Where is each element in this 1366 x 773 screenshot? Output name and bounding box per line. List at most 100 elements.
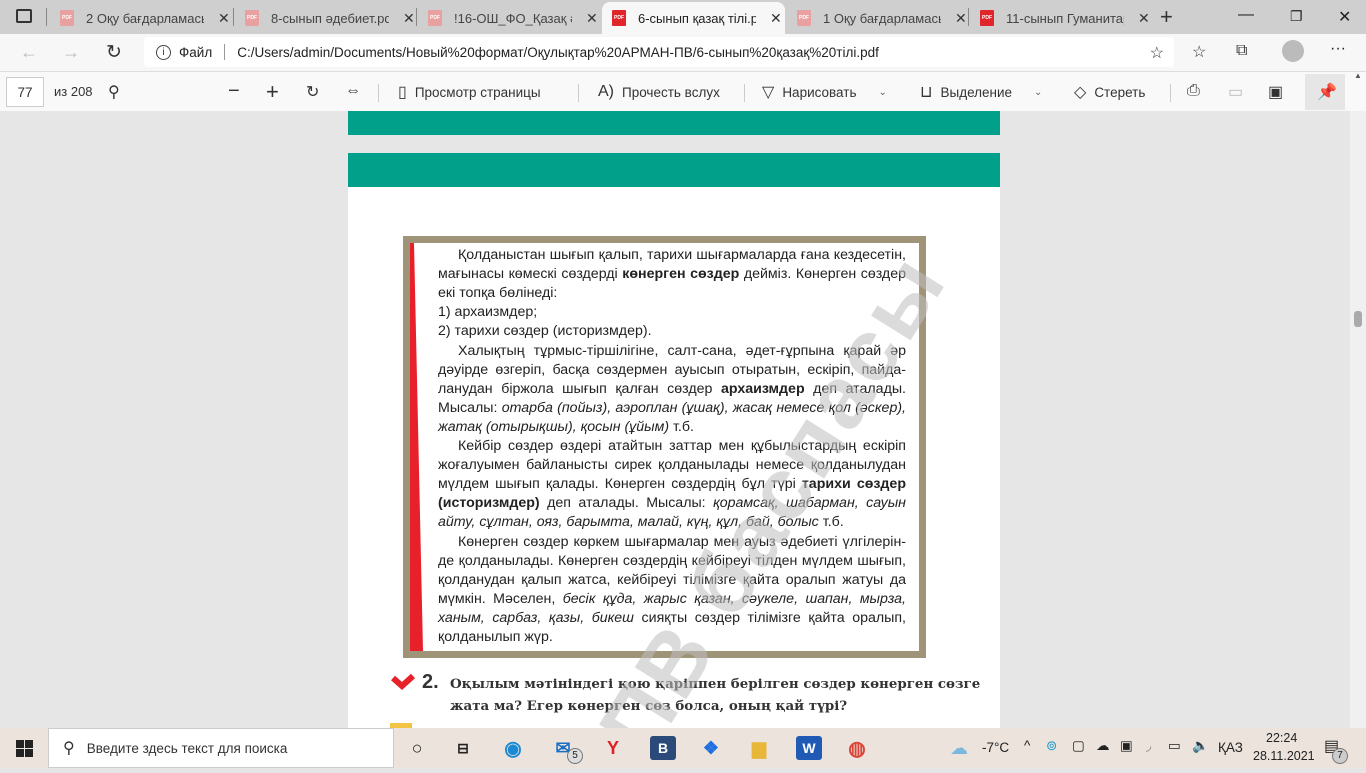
onedrive-icon[interactable]: ☁ [1096,738,1110,754]
tab-label: 1 Оқу бағдарламасы_ [823,10,941,26]
taskbar-search[interactable]: ⚲ Введите здесь текст для поиска [48,728,394,768]
clock-date[interactable]: 28.11.2021 [1253,749,1315,763]
cortana-icon[interactable]: ○ [404,736,430,760]
refresh-button[interactable]: ↻ [106,41,122,64]
favorites-icon[interactable]: ☆ [1192,42,1206,62]
zoom-out-button[interactable]: − [228,80,240,103]
search-icon: ⚲ [63,740,75,757]
text-segment: екі топқа бөлінеді: [438,285,558,302]
taskbar: ⚲ Введите здесь текст для поиска ○ ⊟ ◉ ✉… [0,728,1366,768]
scrollbar-thumb[interactable] [1354,311,1362,327]
dropbox-icon[interactable]: ❖ [698,736,724,760]
zoom-in-button[interactable]: + [266,79,279,105]
close-tab-icon[interactable]: ✕ [403,10,415,27]
fit-width-icon[interactable]: ⇔ [345,82,361,100]
text-segment: мағынасы көмескі сөздерді [438,266,623,283]
text-line: Көнерген сөздер көркем шығармалар мен ау… [438,533,906,552]
url-text[interactable]: C:/Users/admin/Documents/Новый%20формат/… [237,45,879,60]
page-number-input[interactable]: 77 [6,77,44,107]
read-aloud-button[interactable]: A) Прочесть вслух [598,72,720,112]
tab[interactable]: PDF 6-сынып қазақ тілі.pd ✕ [602,2,785,34]
tab[interactable]: PDF 8-сынып әдебиет.pdf ✕ [235,2,415,34]
address-bar[interactable]: i Файл C:/Users/admin/Documents/Новый%20… [144,37,1174,67]
close-window-button[interactable]: ✕ [1338,7,1351,27]
tab[interactable]: PDF 2 Оқу бағдарламасы_ ✕ [50,2,230,34]
collections-icon[interactable]: ⧉ [1236,42,1247,60]
restore-button[interactable]: ❐ [1290,8,1303,25]
add-favorite-icon[interactable]: ☆ [1150,43,1164,63]
search-icon[interactable]: ⚲ [108,82,120,102]
text-segment: де қолданылады. Көнерген сөздердің кейбі… [438,552,906,569]
pin-toolbar-button[interactable]: 📌 [1305,74,1345,110]
text-line: екі топқа бөлінеді: [438,284,906,303]
info-icon[interactable]: i [156,44,171,60]
text-line: мағынасы көмескі сөздерді көнерген сөзде… [438,265,906,284]
erase-button[interactable]: ◇ Стереть [1074,72,1145,112]
scheme-label: Файл [179,44,213,60]
text-segment: қолданылып жүр. [438,629,553,645]
close-tab-icon[interactable]: ✕ [770,10,782,27]
word-icon[interactable]: W [796,736,822,760]
save-icon[interactable]: ▭ [1228,82,1243,102]
close-tab-icon[interactable]: ✕ [586,10,598,27]
text-segment: ланудан біржола шығып қалған сөздер [438,380,721,397]
page-view-button[interactable]: ▯ Просмотр страницы [398,72,541,112]
close-tab-icon[interactable]: ✕ [1138,10,1150,27]
more-menu-button[interactable]: ··· [1330,40,1346,58]
volume-icon[interactable]: 🔈 [1192,738,1209,754]
eraser-icon: ◇ [1074,84,1087,101]
italic-example: ханым, сарбаз, қазы, бикеш [438,609,634,626]
minimize-button[interactable]: — [1238,6,1254,24]
rotate-icon[interactable]: ↻ [306,82,319,102]
bold-term: көнерген сөздер [622,266,740,283]
highlight-button[interactable]: ⊔ Выделение ⌄ [920,72,1042,112]
task-line: Оқылым мәтініндегі қою қаріппен берілген… [450,676,981,692]
clock-time[interactable]: 22:24 [1266,731,1297,745]
scrollbar[interactable]: ▲ [1350,71,1366,728]
wifi-icon[interactable]: ◞ [1146,738,1151,754]
divider [233,8,234,26]
tab-label: 8-сынып әдебиет.pdf [271,10,389,26]
task-view-icon[interactable]: ⊟ [450,736,476,760]
save-as-icon[interactable]: ▣ [1268,82,1283,102]
scroll-up-arrow[interactable]: ▲ [1354,71,1362,80]
language-indicator[interactable]: ҚАЗ [1218,740,1243,755]
tab[interactable]: PDF !16-ОШ_ФО_Қазақ әд ✕ [418,2,598,34]
weather-icon[interactable]: ☁ [950,738,968,759]
checkmark-icon [391,673,416,691]
pdf-icon: PDF [612,10,626,26]
meet-icon[interactable]: ▢ [1072,738,1085,754]
draw-label: Нарисовать [782,84,857,100]
weather-temp[interactable]: -7°C [982,740,1009,755]
yandex-icon[interactable]: Y [600,736,626,760]
chevron-down-icon[interactable]: ⌄ [878,87,886,98]
tab[interactable]: PDF 1 Оқу бағдарламасы_ ✕ [787,2,967,34]
task-text: Оқылым мәтініндегі қою қаріппен берілген… [450,673,1010,717]
profile-avatar[interactable] [1282,40,1304,62]
print-icon[interactable]: ⎙ [1187,82,1200,100]
b-app-icon[interactable]: B [650,736,676,760]
divider [224,44,226,60]
chrome-icon[interactable]: ◍ [844,736,870,760]
header-cut-shape [888,183,1000,197]
close-tab-icon[interactable]: ✕ [218,10,230,27]
chevron-down-icon[interactable]: ⌄ [1034,87,1042,98]
task-line: жата ма? Егер көнерген сөз болса, оның қ… [450,698,848,714]
forward-button[interactable]: → [62,42,80,63]
new-tab-button[interactable]: + [1160,4,1173,30]
tab-actions-icon[interactable] [16,9,32,23]
tab[interactable]: PDF 11-сынып Гуманитар ✕ [970,2,1150,34]
back-button[interactable]: ← [20,42,38,63]
screen-icon[interactable]: ▣ [1120,738,1133,754]
edge-icon[interactable]: ◉ [500,736,526,760]
red-accent-stripe [410,243,423,651]
file-explorer-icon[interactable]: ▆ [746,736,772,760]
close-tab-icon[interactable]: ✕ [955,10,967,27]
hotspot-icon[interactable]: ⊚ [1046,738,1057,754]
page-header-band [348,153,1000,187]
tab-label: 6-сынып қазақ тілі.pd [638,10,756,26]
draw-button[interactable]: ▽ Нарисовать ⌄ [762,72,887,112]
windows-start-icon[interactable] [16,740,33,757]
chevron-up-icon[interactable]: ^ [1024,738,1030,753]
battery-icon[interactable]: ▭ [1168,738,1181,754]
